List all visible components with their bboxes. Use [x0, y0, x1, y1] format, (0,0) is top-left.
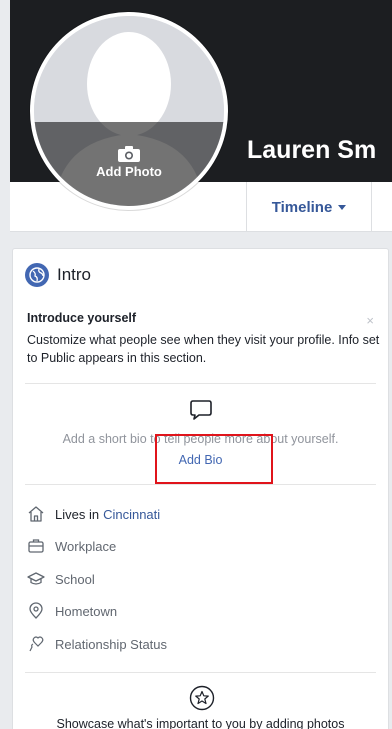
- relationship-row[interactable]: Relationship Status: [27, 635, 167, 653]
- home-icon: [28, 506, 44, 522]
- hometown-label: Hometown: [55, 603, 118, 619]
- tab-timeline[interactable]: Timeline: [246, 182, 372, 232]
- star-icon: [189, 685, 215, 711]
- lives-in-city[interactable]: Cincinnati: [103, 507, 160, 522]
- globe-icon: [25, 263, 49, 287]
- divider: [25, 484, 376, 485]
- caret-down-icon: [338, 204, 347, 210]
- lives-in-row[interactable]: Lives in Cincinnati: [27, 505, 160, 523]
- workplace-row[interactable]: Workplace: [27, 537, 116, 555]
- workplace-label: Workplace: [55, 538, 117, 554]
- school-label: School: [55, 571, 95, 587]
- add-photo-label: Add Photo: [96, 164, 162, 180]
- divider: [25, 672, 376, 673]
- speech-bubble-icon: [190, 400, 212, 420]
- intro-description: Customize what people see when they visi…: [27, 333, 380, 365]
- intro-header: Intro: [25, 263, 91, 287]
- showcase-prompt: Showcase what's important to you by addi…: [56, 717, 345, 729]
- avatar[interactable]: Add Photo: [30, 12, 228, 210]
- location-pin-icon: [29, 602, 43, 619]
- profile-name: Lauren Sm: [247, 136, 377, 164]
- avatar-placeholder: Add Photo: [34, 16, 224, 206]
- briefcase-icon: [28, 539, 44, 553]
- intro-title: Intro: [57, 265, 92, 284]
- divider: [25, 383, 376, 384]
- graduation-cap-icon: [27, 572, 45, 585]
- hometown-row[interactable]: Hometown: [27, 602, 117, 620]
- school-row[interactable]: School: [27, 570, 95, 588]
- close-icon[interactable]: ×: [366, 313, 374, 328]
- intro-card: Intro Introduce yourself × Customize wha…: [12, 248, 389, 729]
- add-photo-button[interactable]: Add Photo: [34, 122, 224, 206]
- introduce-heading: Introduce yourself: [27, 311, 137, 325]
- tab-timeline-label: Timeline: [271, 198, 333, 216]
- camera-icon: [118, 146, 140, 163]
- hearts-icon: [29, 636, 44, 652]
- lives-in-label: Lives in: [55, 506, 100, 522]
- highlight-box: [155, 434, 273, 484]
- relationship-label: Relationship Status: [55, 636, 168, 652]
